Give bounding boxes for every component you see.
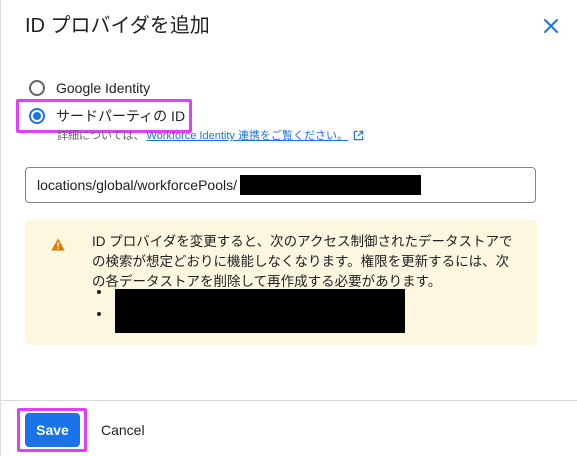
close-button[interactable] [539, 14, 563, 38]
dialog-footer: Save Cancel [1, 400, 577, 456]
dialog-header: ID プロバイダを追加 [1, 0, 577, 52]
radio-label-google-identity: Google Identity [56, 80, 151, 96]
datastore-list-item [97, 312, 115, 316]
workforce-pool-input[interactable]: locations/global/workforcePools/ [25, 167, 536, 203]
radio-option-google-identity[interactable]: Google Identity [29, 76, 150, 100]
cancel-button[interactable]: Cancel [93, 413, 153, 447]
open-in-new-icon[interactable] [353, 130, 364, 141]
bullet-dot [97, 290, 101, 294]
save-button[interactable]: Save [25, 413, 80, 447]
radio-google-identity[interactable] [29, 80, 45, 96]
redacted-datastore-names [115, 289, 405, 333]
dialog-title: ID プロバイダを追加 [25, 15, 210, 37]
redacted-pool-id [240, 175, 421, 195]
add-id-provider-dialog: ID プロバイダを追加 Google Identity サードパーティの ID … [0, 0, 577, 456]
helper-text: 詳細については、 Workforce Identity 連携をご覧ください。 [57, 127, 364, 143]
bullet-dot [97, 312, 101, 316]
workforce-pool-value: locations/global/workforcePools/ [37, 177, 237, 193]
helper-prefix: 詳細については、 [57, 130, 145, 142]
workforce-identity-link[interactable]: Workforce Identity 連携をご覧ください。 [146, 127, 348, 143]
warning-icon [51, 238, 65, 251]
warning-message: ID プロバイダを変更すると、次のアクセス制御されたデータストアでの検索が想定ど… [92, 234, 513, 289]
close-icon [544, 19, 558, 33]
datastore-list-item [97, 290, 115, 294]
warning-banner: ID プロバイダを変更すると、次のアクセス制御されたデータストアでの検索が想定ど… [25, 220, 537, 345]
